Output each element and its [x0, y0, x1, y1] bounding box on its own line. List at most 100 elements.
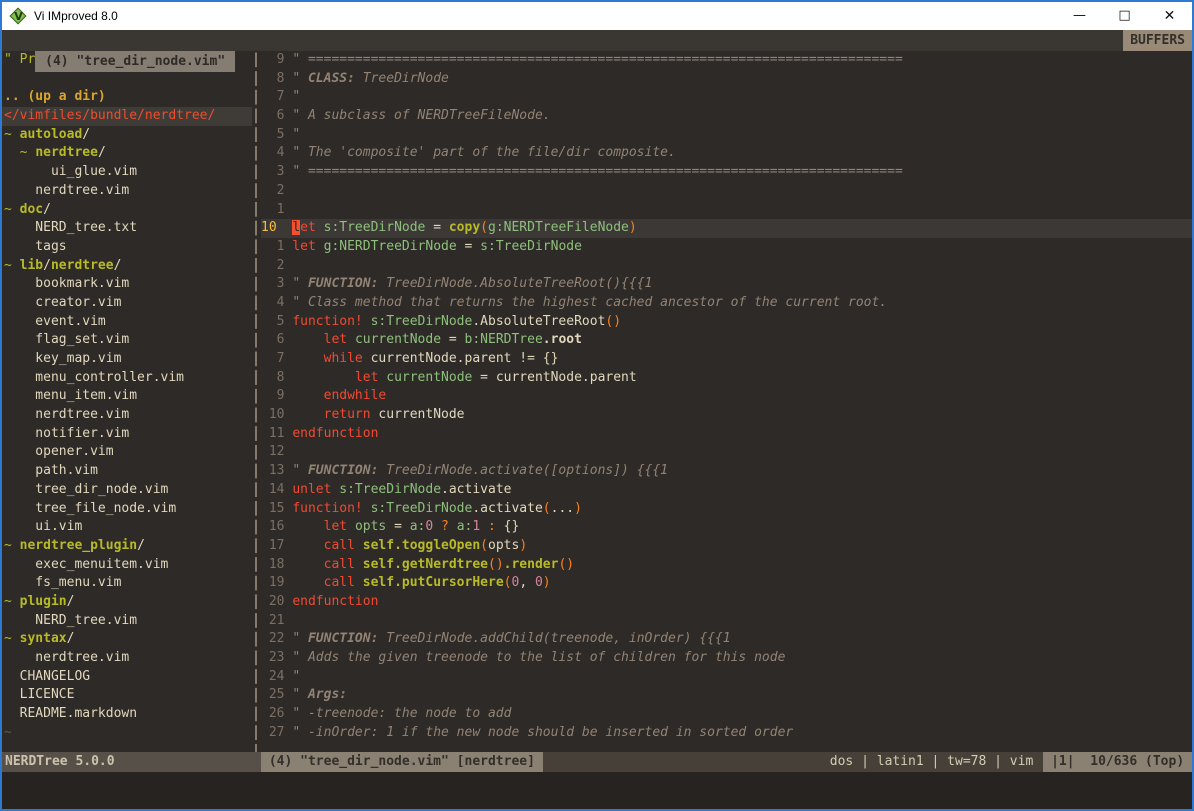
text-segment: copy	[449, 220, 480, 235]
tree-item[interactable]: ui_glue.vim	[2, 163, 252, 182]
tree-item[interactable]: ~ autoload/	[2, 126, 252, 145]
text-segment: " -treenode: the node to add	[292, 706, 511, 721]
tree-item[interactable]: ~ lib/nerdtree/	[2, 257, 252, 276]
text-segment: FUNCTION:	[308, 463, 378, 478]
code-line[interactable]: 23 " Adds the given treenode to the list…	[261, 649, 1192, 668]
code-line[interactable]: 4 " Class method that returns the highes…	[261, 294, 1192, 313]
tree-item[interactable]: bookmark.vim	[2, 275, 252, 294]
command-line[interactable]	[2, 772, 1192, 809]
text-segment: g:NERDTreeFileNode	[488, 220, 629, 235]
text-segment: call	[324, 557, 355, 572]
tree-item[interactable]: exec_menuitem.vim	[2, 556, 252, 575]
tree-item[interactable]: ~ nerdtree_plugin/	[2, 537, 252, 556]
tree-item[interactable]: NERD_tree.txt	[2, 219, 252, 238]
tree-item[interactable]: ~ nerdtree/	[2, 144, 252, 163]
code-line[interactable]: 8 " CLASS: TreeDirNode	[261, 70, 1192, 89]
code-line[interactable]: 22 " FUNCTION: TreeDirNode.addChild(tree…	[261, 630, 1192, 649]
minimize-button[interactable]: —	[1057, 2, 1102, 30]
tree-item[interactable]: ui.vim	[2, 518, 252, 537]
tree-item[interactable]: flag_set.vim	[2, 331, 252, 350]
close-button[interactable]: ✕	[1147, 2, 1192, 30]
code-line[interactable]: 6 " A subclass of NERDTreeFileNode.	[261, 107, 1192, 126]
code-line[interactable]: 5 "	[261, 126, 1192, 145]
code-line[interactable]: 20 endfunction	[261, 593, 1192, 612]
tree-item[interactable]: tags	[2, 238, 252, 257]
code-line[interactable]: 17 call self.toggleOpen(opts)	[261, 537, 1192, 556]
code-line[interactable]: 13 " FUNCTION: TreeDirNode.activate([opt…	[261, 462, 1192, 481]
code-line[interactable]: 15 function! s:TreeDirNode.activate(...)	[261, 500, 1192, 519]
text-segment: NERD_tree.txt	[4, 220, 137, 235]
tree-item[interactable]: creator.vim	[2, 294, 252, 313]
statusline-nerdtree: NERDTree 5.0.0	[2, 752, 252, 772]
code-line[interactable]: 5 function! s:TreeDirNode.AbsoluteTreeRo…	[261, 313, 1192, 332]
tree-item[interactable]: nerdtree.vim	[2, 182, 252, 201]
tree-item[interactable]: ~ syntax/	[2, 630, 252, 649]
code-line[interactable]: 10 return currentNode	[261, 406, 1192, 425]
tree-item[interactable]: ~	[2, 724, 252, 743]
text-segment: TreeDirNode.AbsoluteTreeRoot(){{{1	[378, 276, 652, 291]
text-segment	[292, 519, 323, 534]
tree-item[interactable]: key_map.vim	[2, 350, 252, 369]
code-line[interactable]: 12	[261, 443, 1192, 462]
text-segment: .root	[543, 332, 582, 347]
code-line[interactable]: 24 "	[261, 668, 1192, 687]
code-line[interactable]: 4 " The 'composite' part of the file/dir…	[261, 144, 1192, 163]
code-line[interactable]: 2	[261, 257, 1192, 276]
tree-item[interactable]: menu_item.vim	[2, 387, 252, 406]
line-number: 4	[261, 295, 292, 310]
text-segment: .render	[504, 557, 559, 572]
tree-item[interactable]: ~ plugin/	[2, 593, 252, 612]
tree-item[interactable]: menu_controller.vim	[2, 369, 252, 388]
line-number: 16	[261, 519, 292, 534]
code-line[interactable]: 14 unlet s:TreeDirNode.activate	[261, 481, 1192, 500]
code-line[interactable]: 27 " -inOrder: 1 if the new node should …	[261, 724, 1192, 743]
text-segment: ~	[4, 631, 20, 646]
tree-item[interactable]: nerdtree.vim	[2, 406, 252, 425]
main-area: " Press ? for help.. (up a dir)</vimfile…	[2, 51, 1192, 752]
tab-current[interactable]: (4) "tree_dir_node.vim"	[35, 51, 235, 72]
window-separator[interactable]	[252, 51, 261, 752]
code-line[interactable]: 21	[261, 612, 1192, 631]
code-line[interactable]: 3 " FUNCTION: TreeDirNode.AbsoluteTreeRo…	[261, 275, 1192, 294]
code-line[interactable]: 10 let s:TreeDirNode = copy(g:NERDTreeFi…	[261, 219, 1192, 238]
code-line[interactable]: 11 endfunction	[261, 425, 1192, 444]
maximize-button[interactable]: □	[1102, 2, 1147, 30]
tree-item[interactable]: notifier.vim	[2, 425, 252, 444]
tree-item[interactable]: path.vim	[2, 462, 252, 481]
code-line[interactable]: 7 while currentNode.parent != {}	[261, 350, 1192, 369]
code-line[interactable]: 3 " ====================================…	[261, 163, 1192, 182]
tree-item[interactable]: README.markdown	[2, 705, 252, 724]
code-line[interactable]: 25 " Args:	[261, 686, 1192, 705]
code-line[interactable]: 1 let g:NERDTreeDirNode = s:TreeDirNode	[261, 238, 1192, 257]
code-line[interactable]: 1	[261, 201, 1192, 220]
code-line[interactable]: 7 "	[261, 88, 1192, 107]
code-line[interactable]: 2	[261, 182, 1192, 201]
tree-item[interactable]: ~ doc/	[2, 201, 252, 220]
text-segment: /	[67, 594, 75, 609]
tree-item[interactable]: tree_file_node.vim	[2, 500, 252, 519]
code-line[interactable]: 6 let currentNode = b:NERDTree.root	[261, 331, 1192, 350]
tree-item[interactable]: nerdtree.vim	[2, 649, 252, 668]
code-line[interactable]: 9 endwhile	[261, 387, 1192, 406]
buffers-label[interactable]: BUFFERS	[1123, 30, 1192, 51]
code-line[interactable]: 19 call self.putCursorHere(0, 0)	[261, 574, 1192, 593]
code-line[interactable]: 16 let opts = a:0 ? a:1 : {}	[261, 518, 1192, 537]
line-number: 26	[261, 706, 292, 721]
tree-item[interactable]: LICENCE	[2, 686, 252, 705]
tree-item[interactable]: NERD_tree.vim	[2, 612, 252, 631]
tree-item[interactable]: fs_menu.vim	[2, 574, 252, 593]
tree-item[interactable]: tree_dir_node.vim	[2, 481, 252, 500]
text-segment	[355, 575, 363, 590]
code-line[interactable]: 26 " -treenode: the node to add	[261, 705, 1192, 724]
code-line[interactable]: 18 call self.getNerdtree().render()	[261, 556, 1192, 575]
text-segment: " A subclass of NERDTreeFileNode.	[292, 108, 550, 123]
tree-item[interactable]: .. (up a dir)	[2, 88, 252, 107]
code-line[interactable]: 8 let currentNode = currentNode.parent	[261, 369, 1192, 388]
tree-item[interactable]: event.vim	[2, 313, 252, 332]
tree-item[interactable]: opener.vim	[2, 443, 252, 462]
tree-item[interactable]	[2, 70, 252, 89]
code-line[interactable]: 9 " ====================================…	[261, 51, 1192, 70]
text-segment	[363, 501, 371, 516]
tree-item[interactable]: CHANGELOG	[2, 668, 252, 687]
tree-item[interactable]: </vimfiles/bundle/nerdtree/	[2, 107, 252, 126]
